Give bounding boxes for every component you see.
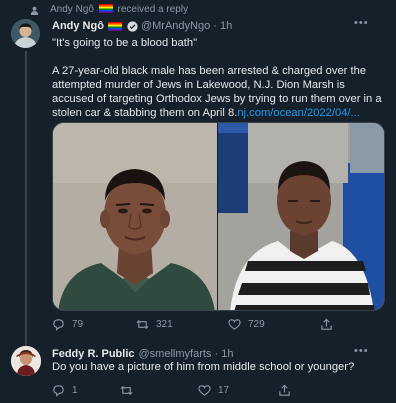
avatar-image: [11, 19, 40, 48]
reply-reply-count: 1: [72, 385, 78, 396]
reply-actions: 1 17: [52, 384, 382, 400]
share-icon: [321, 318, 332, 330]
reply-icon: [53, 385, 64, 397]
reply-author-handle[interactable]: @smellmyfarts: [139, 348, 212, 360]
context-action: received a reply: [117, 4, 189, 15]
retweet-icon: [136, 319, 149, 330]
avatar[interactable]: [11, 19, 40, 48]
tweet[interactable]: Andy Ngô @MrAndyNgo · 1h ••• "It's going…: [0, 17, 396, 353]
context-user[interactable]: Andy Ngô: [50, 4, 94, 15]
reply-time[interactable]: 1h: [221, 348, 233, 360]
court-photo-image: [218, 123, 384, 310]
reply-retweet-button[interactable]: [120, 384, 140, 397]
share-button[interactable]: [320, 318, 340, 331]
reply-share-button[interactable]: [278, 384, 298, 397]
tweet-actions: 79 321 729: [52, 318, 382, 334]
rainbow-flag-icon: [98, 4, 113, 13]
author-name[interactable]: Andy Ngô: [52, 20, 104, 32]
mugshot-image: [53, 123, 217, 310]
tweet-quote: "It's going to be a blood bath": [52, 37, 198, 49]
rainbow-flag-icon: [107, 21, 122, 31]
tweet-link[interactable]: nj.com/ocean/2022/04/...: [237, 107, 360, 119]
reply-tweet[interactable]: Feddy R. Public @smellmyfarts · 1h ••• D…: [0, 343, 396, 403]
reply-reply-button[interactable]: 1: [52, 384, 78, 397]
reply-icon: [53, 319, 64, 331]
reply-avatar[interactable]: [11, 346, 41, 376]
reply-header: Feddy R. Public @smellmyfarts · 1h •••: [52, 345, 382, 361]
separator-dot: ·: [211, 348, 222, 360]
reply-button[interactable]: 79: [52, 318, 83, 331]
context-line: Andy Ngô received a reply: [50, 4, 188, 15]
separator-dot: ·: [210, 20, 220, 32]
media-photo-left[interactable]: [53, 123, 217, 310]
retweet-button[interactable]: 321: [136, 318, 173, 331]
person-icon: [30, 6, 39, 15]
heart-icon: [198, 385, 211, 396]
reply-author-name[interactable]: Feddy R. Public: [52, 348, 135, 360]
tweet-media[interactable]: [52, 122, 385, 311]
reply-count: 79: [72, 319, 84, 330]
author-handle[interactable]: @MrAndyNgo: [141, 20, 210, 32]
verified-badge-icon: [127, 20, 138, 32]
notifications-page: Andy Ngô received a reply Andy Ngô @MrAn…: [0, 0, 396, 403]
share-icon: [279, 384, 290, 396]
tweet-header: Andy Ngô @MrAndyNgo · 1h •••: [52, 17, 382, 33]
heart-icon: [228, 319, 241, 330]
tweet-text: "It's going to be a blood bath" A 27-yea…: [52, 36, 382, 120]
reply-like-button[interactable]: 17: [198, 384, 229, 397]
thread-line: [25, 51, 27, 353]
like-count: 729: [248, 319, 265, 330]
like-button[interactable]: 729: [228, 318, 265, 331]
reply-avatar-image: [11, 346, 41, 376]
retweet-icon: [120, 385, 133, 396]
tweet-time[interactable]: 1h: [220, 20, 232, 32]
more-icon[interactable]: •••: [354, 345, 368, 359]
reply-like-count: 17: [218, 385, 230, 396]
more-icon[interactable]: •••: [354, 17, 368, 31]
media-photo-right[interactable]: [218, 123, 384, 310]
retweet-count: 321: [156, 319, 173, 330]
reply-text: Do you have a picture of him from middle…: [52, 361, 355, 373]
tweet-body-wrapper: A 27-year-old black male has been arrest…: [52, 64, 382, 120]
notification-context: Andy Ngô received a reply: [0, 3, 396, 17]
